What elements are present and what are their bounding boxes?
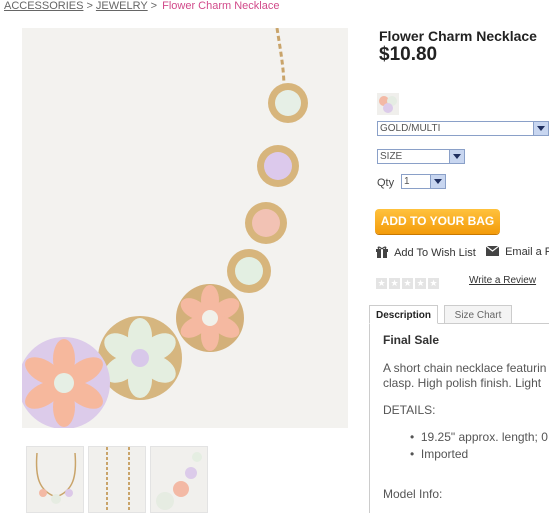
email-friend-link[interactable]: Email a F [485, 245, 549, 258]
write-review-link[interactable]: Write a Review [469, 275, 536, 286]
breadcrumb-separator: > [86, 0, 93, 12]
chevron-down-icon [449, 150, 464, 163]
tab-description[interactable]: Description [369, 305, 438, 324]
list-item-text: Imported [420, 447, 469, 461]
product-thumbnail[interactable] [150, 446, 208, 513]
add-to-bag-button[interactable]: ADD TO YOUR BAG [375, 209, 500, 234]
rating-stars: ★ ★ ★ ★ ★ [376, 273, 441, 291]
description-heading: Final Sale [383, 333, 440, 347]
thumbnail-image [35, 452, 77, 504]
size-select[interactable]: SIZE [377, 149, 465, 164]
panel-border [369, 323, 370, 513]
product-title: Flower Charm Necklace [379, 28, 537, 44]
qty-select-value: 1 [404, 176, 410, 187]
description-line: A short chain necklace featurin [383, 361, 547, 375]
model-info-label: Model Info: [383, 487, 443, 501]
product-thumbnail[interactable] [88, 446, 146, 513]
breadcrumb-separator: > [150, 0, 158, 12]
breadcrumb: ACCESSORIES > JEWELRY > Flower Charm Necklac… [4, 0, 279, 13]
breadcrumb-current: Flower Charm Necklace [162, 0, 280, 12]
gift-icon [376, 246, 388, 258]
necklace-illustration [22, 28, 308, 428]
list-item-text: 19.25" approx. length; 0 [420, 430, 548, 444]
add-to-wish-list-link[interactable]: Add To Wish List [376, 246, 476, 259]
color-select-value: GOLD/MULTI [380, 123, 441, 134]
wish-list-label: Add To Wish List [394, 247, 476, 259]
chevron-down-icon [533, 122, 548, 135]
email-label: Email a F [505, 246, 549, 258]
star-icon: ★ [402, 278, 413, 289]
tab-size-chart[interactable]: Size Chart [444, 305, 512, 324]
product-thumbnail[interactable] [26, 446, 84, 513]
details-label: DETAILS: [383, 403, 436, 417]
list-item: • 19.25" approx. length; 0 [410, 430, 548, 444]
product-price: $10.80 [379, 44, 438, 65]
color-swatch[interactable] [377, 93, 399, 115]
details-list: • 19.25" approx. length; 0 • Imported [410, 429, 548, 463]
qty-label: Qty [377, 177, 395, 189]
thumbnail-image [106, 447, 130, 512]
swatch-icon [377, 93, 399, 115]
star-icon: ★ [389, 278, 400, 289]
envelope-icon [485, 245, 500, 256]
list-item: • Imported [410, 447, 469, 461]
star-icon: ★ [376, 278, 387, 289]
breadcrumb-link-jewelry[interactable]: JEWELRY [96, 0, 148, 12]
qty-select[interactable]: 1 [401, 174, 446, 189]
product-main-image[interactable] [22, 28, 348, 428]
size-select-value: SIZE [380, 151, 403, 162]
chevron-down-icon [430, 175, 445, 188]
breadcrumb-link-accessories[interactable]: ACCESSORIES [4, 0, 83, 12]
thumbnail-image [156, 452, 202, 510]
star-icon: ★ [415, 278, 426, 289]
description-line: clasp. High polish finish. Light [383, 376, 542, 390]
color-select[interactable]: GOLD/MULTI [377, 121, 549, 136]
star-icon: ★ [428, 278, 439, 289]
